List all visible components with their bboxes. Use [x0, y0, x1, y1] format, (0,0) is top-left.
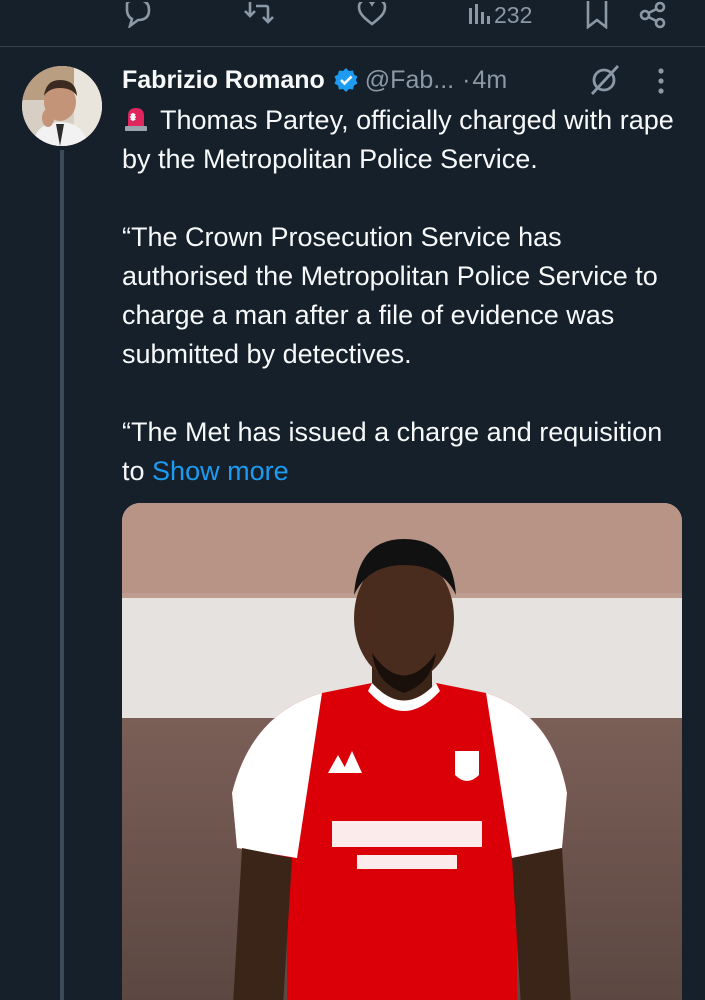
divider [0, 46, 705, 47]
tweet-header: Fabrizio Romano @Fab... · 4m [122, 62, 507, 98]
share-button[interactable] [638, 0, 668, 30]
grok-icon[interactable] [588, 63, 622, 102]
avatar-photo [22, 66, 102, 146]
views-icon [469, 4, 490, 24]
thread-line [60, 150, 64, 1000]
tweet-media-image[interactable] [122, 503, 682, 1000]
author-handle[interactable]: @Fab... [365, 66, 454, 95]
separator-dot: · [462, 65, 471, 94]
tweet-page: 232 Fabrizio Romano @Fab... · 4m Thomas … [0, 0, 705, 1000]
tweet-paragraph-2: “The Crown Prosecution Service has autho… [122, 222, 658, 369]
verified-badge-icon[interactable] [333, 67, 359, 93]
show-more-link[interactable]: Show more [152, 456, 289, 486]
avatar[interactable] [22, 66, 102, 146]
player-photo [122, 503, 682, 1000]
police-siren-emoji-icon [125, 108, 147, 131]
tweet-text: Thomas Partey, officially charged with r… [122, 101, 692, 491]
retweet-button[interactable] [244, 0, 274, 30]
tweet-paragraph-3: “The Met has issued a charge and requisi… [122, 413, 692, 491]
bookmark-icon [586, 1, 608, 29]
views-count: 232 [494, 1, 533, 28]
views-button[interactable]: 232 [468, 0, 532, 30]
like-button[interactable] [357, 0, 387, 30]
bookmark-button[interactable] [585, 0, 609, 30]
tweet-timestamp[interactable]: 4m [472, 66, 507, 95]
previous-tweet-action-bar: 232 [0, 0, 705, 46]
author-name[interactable]: Fabrizio Romano [122, 66, 325, 95]
reply-button[interactable] [124, 0, 152, 30]
like-icon [357, 2, 387, 26]
reply-icon [125, 2, 151, 28]
more-options-icon[interactable] [655, 66, 667, 101]
retweet-icon [244, 2, 274, 24]
tweet-paragraph-1: Thomas Partey, officially charged with r… [122, 101, 692, 179]
share-icon [639, 1, 666, 29]
tweet-paragraph-1-text: Thomas Partey, officially charged with r… [122, 105, 674, 174]
